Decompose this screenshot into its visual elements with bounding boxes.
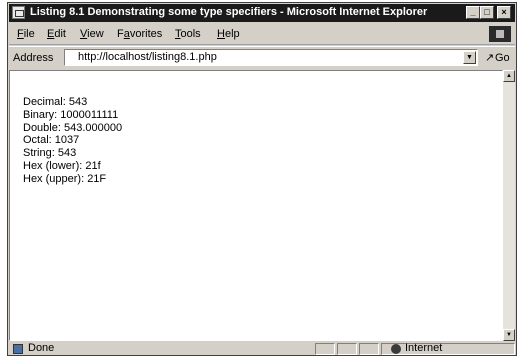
- page-done-icon: [13, 344, 23, 354]
- chevron-down-icon[interactable]: ▼: [463, 51, 476, 64]
- window-title: Listing 8.1 Demonstrating some type spec…: [30, 6, 428, 18]
- minimize-button[interactable]: _: [466, 6, 480, 19]
- output-line-hex-lower: Hex (lower): 21f: [23, 159, 101, 172]
- output-line-string: String: 543: [23, 147, 77, 160]
- go-button[interactable]: Go: [495, 52, 510, 64]
- address-url: http://localhost/listing8.1.php: [78, 51, 217, 63]
- security-zone-label: Internet: [405, 342, 443, 354]
- menu-bar: File Edit View Favorites Tools Help: [9, 24, 515, 45]
- status-pane: [315, 343, 335, 355]
- close-button[interactable]: ×: [497, 6, 511, 19]
- menu-favorites[interactable]: Favorites: [117, 28, 162, 40]
- vertical-scrollbar[interactable]: ▲ ▼: [503, 70, 515, 341]
- output-line-decimal: Decimal: 543: [23, 96, 88, 108]
- scroll-down-button[interactable]: ▼: [503, 329, 515, 341]
- output-line-double: Double: 543.000000: [23, 121, 123, 134]
- status-bar: Done Internet: [9, 342, 515, 356]
- status-pane: [337, 343, 357, 355]
- ie-page-icon: [12, 6, 25, 19]
- browser-window: Listing 8.1 Demonstrating some type spec…: [7, 2, 517, 356]
- globe-icon: [391, 344, 401, 354]
- windows-logo-icon: [489, 26, 511, 42]
- output-line-hex-upper: Hex (upper): 21F: [23, 172, 107, 185]
- status-text: Done: [28, 342, 55, 354]
- go-arrow-icon[interactable]: ↗: [485, 51, 494, 64]
- address-label: Address: [13, 52, 54, 64]
- page-content: Decimal: 543 Binary: 1000011111 Double: …: [9, 70, 503, 341]
- output-line-octal: Octal: 1037: [23, 134, 80, 147]
- php-output: Decimal: 543 Binary: 1000011111 Double: …: [23, 96, 122, 186]
- maximize-button[interactable]: □: [480, 6, 494, 19]
- address-bar: Address http://localhost/listing8.1.php …: [9, 46, 515, 69]
- menu-help[interactable]: Help: [217, 28, 240, 40]
- menu-edit[interactable]: Edit: [47, 28, 66, 40]
- scroll-up-button[interactable]: ▲: [503, 70, 515, 82]
- menu-file[interactable]: File: [17, 28, 35, 40]
- title-bar[interactable]: Listing 8.1 Demonstrating some type spec…: [9, 4, 515, 22]
- zone-pane: [381, 343, 515, 355]
- address-input[interactable]: http://localhost/listing8.1.php ▼: [64, 49, 478, 66]
- menu-view[interactable]: View: [80, 28, 104, 40]
- output-line-binary: Binary: 1000011111: [23, 108, 119, 121]
- menu-tools[interactable]: Tools: [175, 28, 201, 40]
- status-pane: [359, 343, 379, 355]
